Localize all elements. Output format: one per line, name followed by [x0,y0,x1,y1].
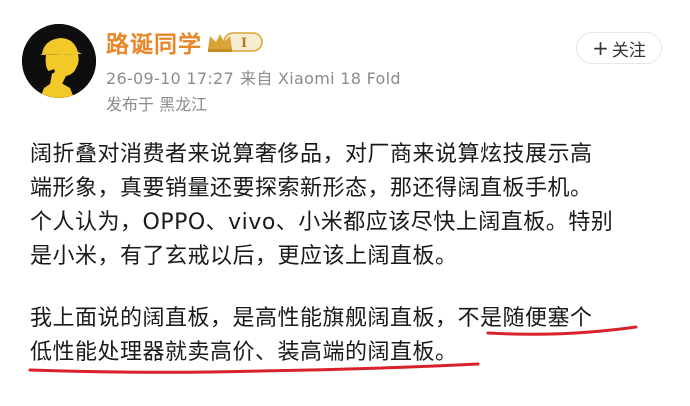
post-text-line: 是小米，有了玄戒以后，更应该上阔直板。 [30,244,458,269]
avatar[interactable] [22,24,96,98]
author-name[interactable]: 路诞同学 [106,25,202,59]
post-meta: 26-09-10 17:27 来自 Xiaomi 18 Fold [106,65,401,89]
post-text-line: 端形象，真要销量还要探索新形态，那还得阔直板手机。 [30,176,593,201]
post-text-line: 个人认为，OPPO、vivo、小米都应该尽快上阔直板。特别 [30,210,614,235]
post-text-line: 低性能处理器就卖高价、装高端的阔直板。 [30,340,458,365]
weibo-post: 路诞同学 Ⅰ 26-09-10 17:27 来自 Xiaomi 18 Fold 发… [0,0,690,406]
crown-level-icon: Ⅰ [208,32,263,52]
post-location: 发布于 黑龙江 [106,95,208,114]
post-text-line: 我上面说的阔直板，是高性能旗舰阔直板，不是随便塞个 [30,306,593,331]
plus-icon: + [592,36,609,60]
post-text-line: 阔折叠对消费者来说算奢侈品，对厂商来说算炫技展示高 [30,142,593,167]
badge-level-text: Ⅰ [241,36,247,51]
follow-label: 关注 [611,40,646,61]
post-timestamp: 26-09-10 17:27 [106,69,235,88]
detective-silhouette-icon [22,24,96,98]
post-device: 来自 Xiaomi 18 Fold [240,69,401,88]
follow-button[interactable]: + 关注 [576,32,662,64]
